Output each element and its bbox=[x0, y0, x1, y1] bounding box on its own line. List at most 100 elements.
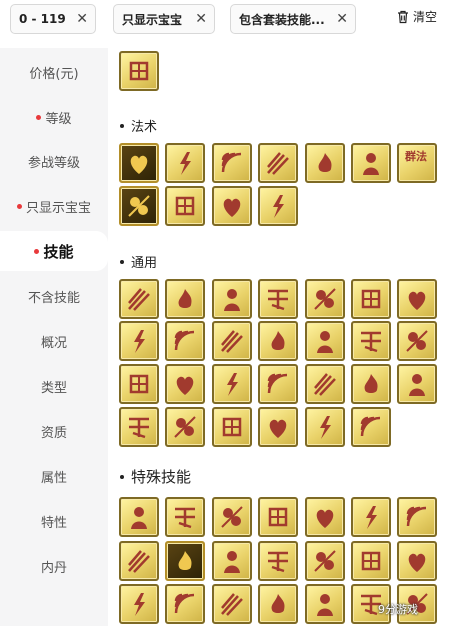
trash-icon bbox=[398, 10, 408, 23]
whirlwind-icon[interactable] bbox=[258, 186, 298, 226]
sun-burst-icon[interactable] bbox=[212, 364, 252, 404]
sanskrit-icon[interactable] bbox=[119, 584, 159, 624]
hooded-figure-icon[interactable] bbox=[212, 407, 252, 447]
flame-icon[interactable] bbox=[165, 186, 205, 226]
sun-cross-icon[interactable] bbox=[351, 364, 391, 404]
eye-sign-icon[interactable] bbox=[258, 541, 298, 581]
sidebar-item-label: 参战等级 bbox=[27, 155, 80, 171]
fire-pillar-icon[interactable] bbox=[305, 143, 345, 183]
lightning-shield-icon[interactable] bbox=[212, 584, 252, 624]
sidebar-item-label: 不含技能 bbox=[27, 290, 80, 306]
arc-icon[interactable] bbox=[119, 321, 159, 361]
sidebar-item-label: 属性 bbox=[40, 470, 67, 486]
meditation-icon[interactable] bbox=[351, 541, 391, 581]
hourglass-icon[interactable] bbox=[258, 407, 298, 447]
close-icon[interactable]: ✕ bbox=[195, 11, 207, 27]
human-silhouette-icon[interactable] bbox=[165, 321, 205, 361]
filter-chip-label: 包含套装技能... bbox=[239, 12, 325, 27]
skull-trio-icon[interactable] bbox=[258, 584, 298, 624]
sidebar-item[interactable]: 不含技能 bbox=[0, 276, 108, 316]
nu-rune-icon[interactable] bbox=[212, 497, 252, 537]
dancer-icon[interactable] bbox=[165, 497, 205, 537]
skull-swirl-icon[interactable] bbox=[258, 279, 298, 319]
monster-face-icon[interactable] bbox=[165, 364, 205, 404]
beast-head-icon[interactable] bbox=[305, 584, 345, 624]
group-magic-skill[interactable]: 群法 bbox=[397, 143, 437, 183]
owl-face-icon[interactable] bbox=[305, 279, 345, 319]
goblet-icon[interactable] bbox=[351, 407, 391, 447]
claw-icon[interactable] bbox=[397, 497, 437, 537]
crossed-blades-icon[interactable] bbox=[351, 279, 391, 319]
sidebar-item-label: 概况 bbox=[40, 335, 67, 351]
swirl-sun-icon[interactable] bbox=[305, 541, 345, 581]
return-arrow-icon[interactable] bbox=[397, 279, 437, 319]
sidebar-item[interactable]: 价格(元) bbox=[0, 52, 108, 92]
dark-rune-icon[interactable] bbox=[165, 541, 205, 581]
sidebar-item[interactable]: 技能 bbox=[0, 231, 108, 271]
sidebar-item[interactable]: 等级 bbox=[0, 97, 108, 137]
sun-ring-icon[interactable] bbox=[258, 364, 298, 404]
spark-cross-icon[interactable] bbox=[258, 497, 298, 537]
charging-beast-icon[interactable] bbox=[119, 279, 159, 319]
sidebar-item[interactable]: 参战等级 bbox=[0, 141, 108, 181]
sonic-wave-icon[interactable] bbox=[212, 143, 252, 183]
arrow-burst-icon[interactable] bbox=[119, 541, 159, 581]
triple-slash-icon[interactable] bbox=[258, 143, 298, 183]
thunder-bolt-icon[interactable] bbox=[212, 186, 252, 226]
sidebar-item-label: 特性 bbox=[40, 515, 67, 531]
wings-icon[interactable] bbox=[397, 321, 437, 361]
door-figure-icon[interactable] bbox=[397, 364, 437, 404]
slash-icon[interactable] bbox=[165, 407, 205, 447]
sidebar-item[interactable]: 资质 bbox=[0, 411, 108, 451]
filter-chip-skills[interactable]: 包含套装技能... ✕ bbox=[230, 4, 356, 34]
red-dot-icon bbox=[16, 203, 22, 209]
sidebar-item-label: 等级 bbox=[45, 111, 72, 127]
sidebar-item[interactable]: 内丹 bbox=[0, 546, 108, 586]
red-dot-icon bbox=[34, 248, 40, 254]
sun-glow-icon[interactable] bbox=[305, 364, 345, 404]
sidebar-item[interactable]: 概况 bbox=[0, 321, 108, 361]
mind-question-icon[interactable] bbox=[212, 321, 252, 361]
meteor-icon[interactable] bbox=[119, 186, 159, 226]
close-icon[interactable]: ✕ bbox=[336, 11, 348, 27]
sidebar-item-label: 价格(元) bbox=[29, 66, 79, 82]
section-title-fashu: 法术 bbox=[120, 116, 157, 135]
sword-beam-icon[interactable] bbox=[305, 497, 345, 537]
sidebar-item-label: 内丹 bbox=[40, 560, 67, 576]
close-icon[interactable]: ✕ bbox=[76, 11, 88, 27]
filter-chip-level[interactable]: 0 - 119 ✕ bbox=[10, 4, 96, 34]
sidebar-item-label: 类型 bbox=[40, 380, 67, 396]
fist-burst-icon[interactable] bbox=[212, 541, 252, 581]
filter-chip-label: 0 - 119 bbox=[19, 12, 66, 26]
heart-heal-icon[interactable] bbox=[119, 143, 159, 183]
ghost-figure-icon[interactable] bbox=[351, 143, 391, 183]
half-shield-icon[interactable] bbox=[212, 279, 252, 319]
clear-button[interactable]: 清空 bbox=[396, 8, 437, 25]
sidebar-item-label: 只显示宝宝 bbox=[25, 200, 91, 216]
wind-dash-icon[interactable] bbox=[165, 279, 205, 319]
sidebar-item-label: 技能 bbox=[43, 242, 74, 261]
vortex-icon[interactable] bbox=[165, 584, 205, 624]
filter-chip-baby[interactable]: 只显示宝宝 ✕ bbox=[113, 4, 215, 34]
lightning-strike-icon[interactable] bbox=[165, 143, 205, 183]
standing-figure-icon[interactable] bbox=[305, 407, 345, 447]
sidebar-item[interactable]: 特性 bbox=[0, 501, 108, 541]
sidebar-item-label: 资质 bbox=[40, 425, 67, 441]
wind-sweep-icon[interactable] bbox=[305, 321, 345, 361]
gate-glyph-icon[interactable] bbox=[119, 51, 159, 91]
tree-burst-icon[interactable] bbox=[397, 541, 437, 581]
compass-icon[interactable] bbox=[119, 497, 159, 537]
skill-panel: 法术 通用 特殊技能 群法 bbox=[108, 42, 456, 626]
sidebar-item[interactable]: 只显示宝宝 bbox=[0, 186, 108, 226]
red-dot-icon bbox=[36, 114, 42, 120]
filter-bar: 0 - 119 ✕ 只显示宝宝 ✕ 包含套装技能... ✕ 清空 bbox=[0, 0, 456, 42]
skeleton-icon[interactable] bbox=[258, 321, 298, 361]
dragon-coil-icon[interactable] bbox=[119, 407, 159, 447]
sidebar-item[interactable]: 属性 bbox=[0, 456, 108, 496]
spiral-slash-icon[interactable] bbox=[351, 497, 391, 537]
striped-shield-icon[interactable] bbox=[351, 321, 391, 361]
skill-label: 群法 bbox=[405, 150, 427, 163]
sidebar-item[interactable]: 类型 bbox=[0, 366, 108, 406]
crossed-swords-icon[interactable] bbox=[119, 364, 159, 404]
clear-label: 清空 bbox=[413, 10, 438, 24]
